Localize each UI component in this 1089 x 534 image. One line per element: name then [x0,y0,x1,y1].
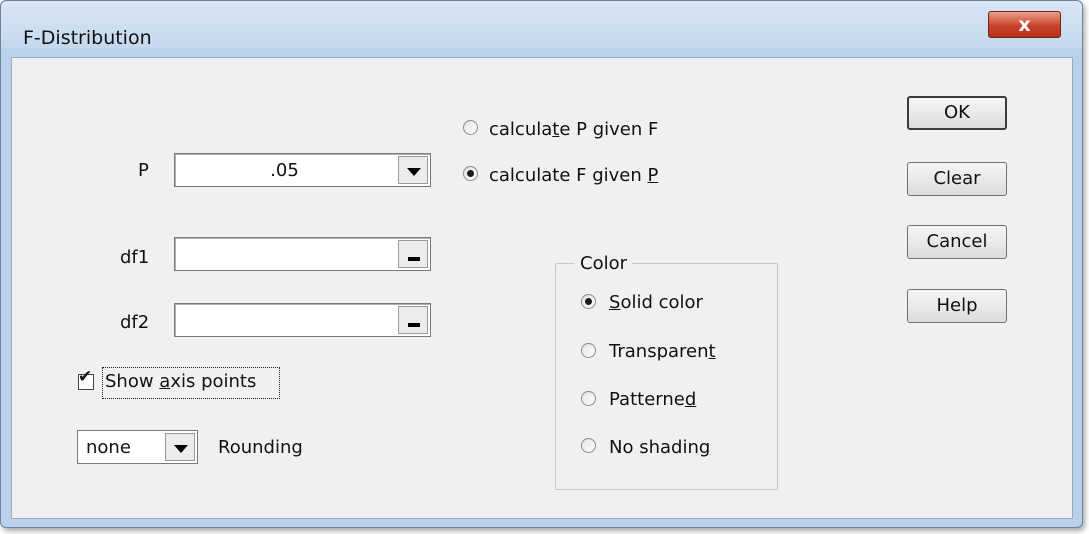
close-button[interactable]: x [988,11,1061,38]
rounding-label: Rounding [218,437,303,458]
no-shading-label[interactable]: No shading [609,439,710,457]
df1-label: df1 [120,247,150,268]
dialog-window: F-Distribution x P .05 df1 df2 ✔ Show ax… [0,0,1083,528]
p-label: P [138,160,149,181]
check-icon: ✔ [78,367,93,387]
chevron-down-icon [174,445,188,453]
help-button[interactable]: Help [907,289,1007,323]
clear-button[interactable]: Clear [907,162,1007,196]
df1-range-button[interactable] [398,240,428,268]
p-dropdown-button[interactable] [398,156,428,184]
minus-icon [408,257,420,261]
df2-field[interactable] [174,303,431,337]
rounding-value: none [86,437,131,458]
window-title: F-Distribution [23,27,152,49]
radio-selected-dot [585,298,592,305]
calc-p-radio[interactable] [463,120,478,135]
p-value: .05 [270,160,299,181]
cancel-button[interactable]: Cancel [907,225,1007,259]
close-icon: x [1018,14,1031,36]
show-axis-checkbox[interactable]: ✔ [78,369,94,390]
rounding-select[interactable]: none [77,430,198,464]
chevron-down-icon [407,168,421,176]
dialog-body: P .05 df1 df2 ✔ Show axis points none Ro… [11,57,1073,519]
df1-field[interactable] [174,237,431,271]
df2-range-button[interactable] [398,306,428,334]
minus-icon [408,323,420,327]
rounding-dropdown-button[interactable] [165,433,195,461]
transparent-label[interactable]: Transparent [609,343,716,361]
show-axis-label[interactable]: Show axis points [105,373,256,391]
df2-label: df2 [120,312,150,333]
radio-selected-dot [467,170,474,177]
title-bar[interactable]: F-Distribution x [1,1,1082,48]
no-shading-radio[interactable] [581,438,596,453]
ok-button[interactable]: OK [907,96,1007,130]
calc-f-radio[interactable] [463,166,478,181]
patterned-label[interactable]: Patterned [609,391,696,409]
p-field[interactable]: .05 [174,153,431,187]
solid-color-label[interactable]: Solid color [609,294,703,312]
patterned-radio[interactable] [581,391,596,406]
solid-color-radio[interactable] [581,294,596,309]
calc-p-label[interactable]: calculate P given F [489,121,658,139]
color-group-title: Color [575,255,632,273]
calc-f-label[interactable]: calculate F given P [489,167,658,185]
transparent-radio[interactable] [581,343,596,358]
